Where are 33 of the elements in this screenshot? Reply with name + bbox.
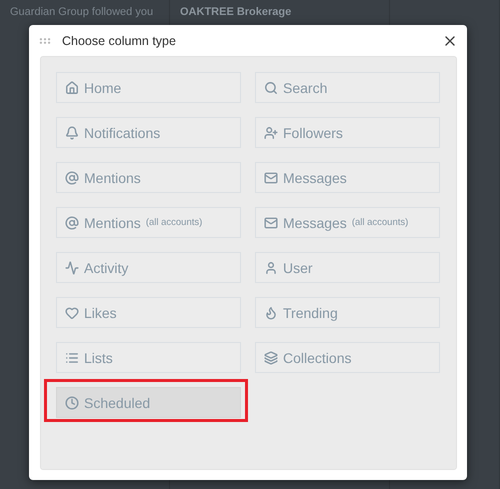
column-type-button[interactable]: Mentions (all accounts) <box>56 207 241 238</box>
heart-icon <box>65 306 79 320</box>
pulse-icon <box>65 260 79 274</box>
column-type-button[interactable]: User <box>255 252 440 283</box>
column-type-button[interactable]: Notifications <box>56 117 241 148</box>
column-type-button[interactable]: Search <box>255 72 440 103</box>
column-type-button[interactable]: Home <box>56 72 241 103</box>
column-type-button[interactable]: Trending <box>255 297 440 328</box>
column-type-button[interactable]: Mentions <box>56 162 241 193</box>
flame-icon <box>264 306 278 320</box>
stacked-cards-icon <box>264 350 278 364</box>
bell-icon <box>65 126 79 140</box>
notification-text: Guardian Group followed you <box>10 5 154 20</box>
person-icon <box>264 260 278 274</box>
column-type-button[interactable]: Lists <box>56 342 241 373</box>
column-type-button[interactable]: Collections <box>255 342 440 373</box>
house-icon <box>65 80 79 94</box>
column-type-button[interactable]: Activity <box>56 252 241 283</box>
column-type-button[interactable]: Messages (all accounts) <box>255 207 440 238</box>
envelope-icon <box>264 216 278 230</box>
at-sign-icon <box>65 170 79 184</box>
dialog-title: Choose column type <box>62 34 177 48</box>
add-person-icon <box>264 126 278 140</box>
list-icon <box>65 350 79 364</box>
column-type-button[interactable]: Scheduled <box>56 387 241 418</box>
column-type-button[interactable]: Likes <box>56 297 241 328</box>
column-type-button[interactable]: Messages <box>255 162 440 193</box>
envelope-icon <box>264 170 278 184</box>
at-sign-icon <box>65 216 79 230</box>
account-name: OAKTREE Brokerage <box>180 5 292 20</box>
clock-icon <box>65 396 79 410</box>
column-type-button[interactable]: Followers <box>255 117 440 148</box>
search-icon <box>264 80 278 94</box>
